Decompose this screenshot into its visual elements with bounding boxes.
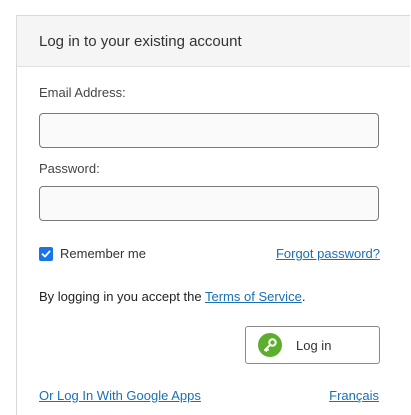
login-panel: Log in to your existing account Email Ad… <box>16 15 410 415</box>
language-link-french[interactable]: Français <box>329 388 379 403</box>
email-label: Email Address: <box>39 85 126 100</box>
key-icon <box>258 333 282 357</box>
forgot-password-link[interactable]: Forgot password? <box>276 246 380 261</box>
login-button[interactable]: Log in <box>245 326 380 364</box>
remember-label: Remember me <box>60 246 146 261</box>
google-apps-login-link[interactable]: Or Log In With Google Apps <box>39 388 201 403</box>
password-field[interactable] <box>39 186 379 221</box>
remember-me[interactable]: Remember me <box>39 246 146 261</box>
check-icon <box>41 250 51 257</box>
panel-header: Log in to your existing account <box>17 16 410 67</box>
remember-checkbox[interactable] <box>39 246 53 261</box>
terms-prefix: By logging in you accept the <box>39 289 205 304</box>
email-field[interactable] <box>39 113 379 148</box>
terms-notice: By logging in you accept the Terms of Se… <box>39 289 305 304</box>
panel-title: Log in to your existing account <box>39 32 242 50</box>
terms-suffix: . <box>301 289 306 304</box>
password-label: Password: <box>39 161 100 176</box>
login-button-label: Log in <box>296 337 332 353</box>
terms-of-service-link[interactable]: Terms of Service <box>205 289 302 304</box>
